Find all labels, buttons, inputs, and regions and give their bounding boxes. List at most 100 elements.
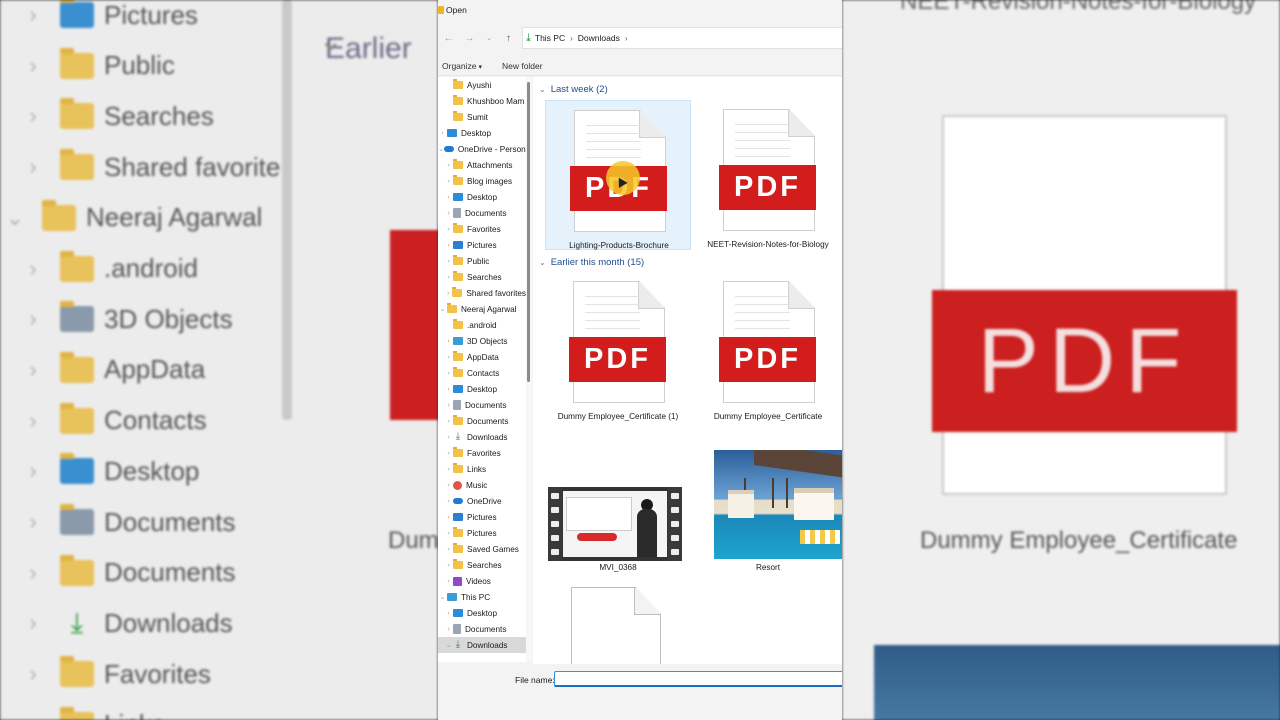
chevron-down-icon[interactable]: ⌄ (438, 145, 444, 153)
photo-palm (772, 478, 774, 508)
nav-tree-item[interactable]: › Videos (438, 573, 526, 589)
nav-tree-item[interactable]: › Pictures (438, 237, 526, 253)
chevron-right-icon[interactable]: › (444, 450, 453, 457)
chevron-right-icon[interactable]: › (444, 466, 453, 473)
back-arrow-icon[interactable]: ← (438, 33, 459, 44)
breadcrumb-downloads[interactable]: Downloads (578, 33, 620, 43)
breadcrumb-separator-icon[interactable]: › (625, 34, 628, 43)
group-header-last-week[interactable]: ⌄ Last week (2) (539, 82, 608, 96)
chevron-right-icon[interactable]: › (444, 274, 453, 281)
file-tile-dummy-employee-certificate-1[interactable]: PDF Dummy Employee_Certificate (1) (545, 272, 691, 422)
chevron-right-icon[interactable]: › (444, 290, 452, 297)
breadcrumb-separator-icon[interactable]: › (570, 34, 573, 43)
nav-tree-item[interactable]: Ayushi (438, 77, 526, 93)
nav-tree-item[interactable]: › Desktop (438, 125, 526, 141)
chevron-right-icon[interactable]: › (444, 210, 453, 217)
nav-tree-item[interactable]: › Searches (438, 557, 526, 573)
nav-tree-item[interactable]: Khushboo Mam (438, 93, 526, 109)
folder-icon (453, 175, 463, 185)
nav-tree-item[interactable]: › Shared favorites (438, 285, 526, 301)
nav-tree-item[interactable]: › Documents (438, 621, 526, 637)
address-bar[interactable]: ⤓ This PC › Downloads › (522, 27, 842, 49)
chevron-right-icon[interactable]: › (444, 338, 453, 345)
chevron-down-icon[interactable]: ⌄ (438, 305, 447, 313)
chevron-right-icon[interactable]: › (444, 498, 453, 505)
nav-tree-item[interactable]: › Desktop (438, 605, 526, 621)
nav-tree-item[interactable]: › Saved Games (438, 541, 526, 557)
chevron-right-icon[interactable]: › (444, 226, 453, 233)
nav-tree-item[interactable]: › Desktop (438, 189, 526, 205)
group-header-earlier-this-month[interactable]: ⌄ Earlier this month (15) (539, 255, 644, 269)
nav-tree-item[interactable]: ⌄ Neeraj Agarwal (438, 301, 526, 317)
nav-tree-item[interactable]: › Favorites (438, 221, 526, 237)
nav-tree-item[interactable]: Sumit (438, 109, 526, 125)
nav-tree-item[interactable]: › Desktop (438, 381, 526, 397)
nav-tree-item[interactable]: › Music (438, 477, 526, 493)
chevron-right-icon[interactable]: › (444, 258, 453, 265)
nav-tree-item[interactable]: › Documents (438, 413, 526, 429)
new-folder-button[interactable]: New folder (498, 61, 547, 71)
nav-tree-item[interactable]: › Attachments (438, 157, 526, 173)
nav-tree-item[interactable]: › Pictures (438, 509, 526, 525)
chevron-right-icon[interactable]: › (444, 530, 453, 537)
file-tile-neet-revision-notes[interactable]: PDF NEET-Revision-Notes-for-Biology (695, 100, 841, 250)
nav-tree-label: OneDrive (467, 496, 502, 506)
background-tree-label: Public (104, 50, 175, 81)
chevron-right-icon[interactable]: › (444, 626, 453, 633)
breadcrumb-this-pc[interactable]: This PC (535, 33, 565, 43)
folder-icon (60, 554, 94, 586)
file-name-input[interactable] (554, 671, 842, 687)
nav-tree-item[interactable]: › Favorites (438, 445, 526, 461)
chevron-right-icon[interactable]: › (444, 434, 453, 441)
recent-locations-chevron-icon[interactable]: ⌄ (480, 34, 498, 42)
nav-tree-item[interactable]: ⌄ OneDrive - Personal (438, 141, 526, 157)
nav-tree-item[interactable]: › AppData (438, 349, 526, 365)
nav-tree-item[interactable]: .android (438, 317, 526, 333)
folder-icon (60, 0, 94, 28)
photo-lounger (800, 530, 840, 544)
chevron-right-icon[interactable]: › (444, 514, 453, 521)
scrollbar-thumb[interactable] (527, 82, 530, 382)
file-tile-lighting-products-brochure[interactable]: PDF Lighting-Products-Brochure (545, 100, 691, 250)
up-arrow-icon[interactable]: ↑ (498, 33, 519, 44)
background-tree-label: Favorites (104, 658, 211, 689)
nav-tree-item[interactable]: › Documents (438, 397, 526, 413)
organize-button[interactable]: Organize (438, 61, 486, 71)
chevron-right-icon[interactable]: › (444, 242, 453, 249)
navigation-scrollbar[interactable] (526, 77, 532, 662)
nav-tree-item[interactable]: › Links (438, 461, 526, 477)
nav-tree-item[interactable]: › Public (438, 253, 526, 269)
nav-tree-item[interactable]: › Searches (438, 269, 526, 285)
nav-tree-item[interactable]: › OneDrive (438, 493, 526, 509)
chevron-right-icon[interactable]: › (444, 194, 453, 201)
chevron-right-icon[interactable]: › (444, 418, 453, 425)
folder-icon (60, 250, 94, 282)
chevron-right-icon[interactable]: › (444, 546, 453, 553)
nav-tree-item[interactable]: › 3D Objects (438, 333, 526, 349)
chevron-right-icon[interactable]: › (444, 178, 453, 185)
nav-tree-item[interactable]: ⌄ ⤓ Downloads (438, 637, 526, 653)
nav-tree-item[interactable]: › Blog images (438, 173, 526, 189)
nav-tree-item[interactable]: › Pictures (438, 525, 526, 541)
chevron-right-icon[interactable]: › (444, 562, 453, 569)
video-frame (563, 491, 667, 557)
chevron-right-icon[interactable]: › (444, 386, 453, 393)
forward-arrow-icon[interactable]: → (459, 33, 480, 44)
nav-tree-item[interactable]: › ⤓ Downloads (438, 429, 526, 445)
nav-tree-item[interactable]: › Documents (438, 205, 526, 221)
chevron-right-icon[interactable]: › (444, 402, 453, 409)
nav-tree-item[interactable]: › Contacts (438, 365, 526, 381)
text-line (735, 320, 790, 321)
chevron-down-icon[interactable]: ⌄ (438, 593, 447, 601)
chevron-right-icon[interactable]: › (444, 370, 453, 377)
chevron-down-icon[interactable]: ⌄ (444, 641, 453, 649)
chevron-right-icon[interactable]: › (438, 130, 447, 137)
nav-tree-item[interactable]: ⌄ This PC (438, 589, 526, 605)
chevron-right-icon[interactable]: › (444, 162, 453, 169)
chevron-right-icon[interactable]: › (444, 578, 453, 585)
chevron-right-icon[interactable]: › (444, 354, 453, 361)
file-tile-dummy-employee-certificate[interactable]: PDF Dummy Employee_Certificate (695, 272, 841, 422)
text-line (735, 304, 790, 305)
chevron-right-icon[interactable]: › (444, 610, 453, 617)
chevron-right-icon[interactable]: › (444, 482, 453, 489)
